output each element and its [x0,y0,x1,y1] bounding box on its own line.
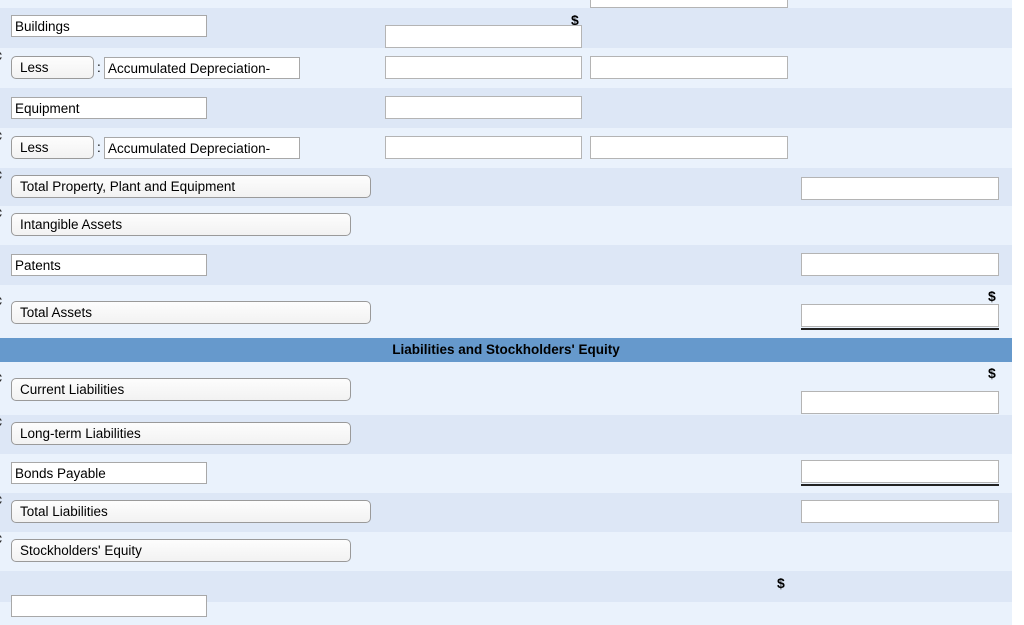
dollar-sign: $ [988,365,996,381]
table-row [0,88,1012,128]
account-label-input[interactable] [11,595,207,617]
amount-input-col3[interactable] [590,56,788,79]
table-row [0,0,1012,8]
amount-input-col4[interactable] [801,391,999,414]
total-assets-select[interactable]: Total Assets [11,301,371,324]
table-row [0,245,1012,285]
table-row: Intangible Assets [0,206,1012,245]
account-label-input[interactable] [104,57,300,79]
total-assets-underline [801,304,999,330]
longterm-liabilities-select[interactable]: Long-term Liabilities [11,422,351,445]
table-row: LessAddPlus : [0,48,1012,88]
account-label-input[interactable] [11,462,207,484]
select-stepper-arrows-icon [0,294,3,309]
amount-input-bonds-payable[interactable] [801,460,999,483]
amount-input-col3[interactable] [590,136,788,159]
select-stepper-arrows-icon [0,206,3,221]
select-stepper-arrows-icon [0,415,3,430]
table-row: $ Total Assets [0,285,1012,338]
select-stepper-arrows-icon [0,532,3,547]
amount-input-col2[interactable] [385,25,582,48]
select-stepper-arrows-icon [0,49,3,64]
account-label-input[interactable] [11,97,207,119]
dollar-sign: $ [988,288,996,304]
amount-input-col2[interactable] [385,56,582,79]
subtotal-select[interactable]: Total Property, Plant and Equipment [11,175,371,198]
table-row: $ Current Liabilities [0,362,1012,415]
amount-input-col2[interactable] [385,136,582,159]
amount-input-col4[interactable] [801,500,999,523]
table-row [0,454,1012,493]
account-label-input[interactable] [11,15,207,37]
amount-input-col3[interactable] [590,0,788,8]
select-stepper-arrows-icon [0,493,3,508]
select-stepper-arrows-icon [0,168,3,183]
stockholders-equity-select[interactable]: Stockholders' Equity [11,539,351,562]
table-row: $ [0,8,1012,48]
table-row: Long-term Liabilities [0,415,1012,454]
total-liabilities-select[interactable]: Total Liabilities [11,500,371,523]
table-row: Total Liabilities [0,493,1012,532]
select-stepper-arrows-icon [0,371,3,386]
account-label-input[interactable] [104,137,300,159]
amount-input-total-assets[interactable] [801,304,999,327]
dollar-sign: $ [777,575,785,591]
amount-input-col2[interactable] [385,96,582,119]
amount-input-col4[interactable] [801,253,999,276]
table-row: $ [0,571,1012,617]
category-select[interactable]: Intangible Assets [11,213,351,236]
select-stepper-arrows-icon [0,129,3,144]
colon-separator: : [97,140,101,155]
amount-input-col4[interactable] [801,177,999,200]
current-liabilities-select[interactable]: Current Liabilities [11,378,351,401]
balance-sheet-form: $ LessAddPlus : LessAddPlus : Total Prop… [0,0,1012,625]
less-add-select[interactable]: LessAddPlus [11,136,94,159]
section-header-liabilities-equity: Liabilities and Stockholders' Equity [0,338,1012,362]
table-row: Stockholders' Equity [0,532,1012,571]
less-add-select[interactable]: LessAddPlus [11,56,94,79]
account-label-input[interactable] [11,254,207,276]
table-row: LessAddPlus : [0,128,1012,168]
table-row: Total Property, Plant and Equipment [0,168,1012,206]
bonds-payable-underline [801,460,999,486]
colon-separator: : [97,60,101,75]
